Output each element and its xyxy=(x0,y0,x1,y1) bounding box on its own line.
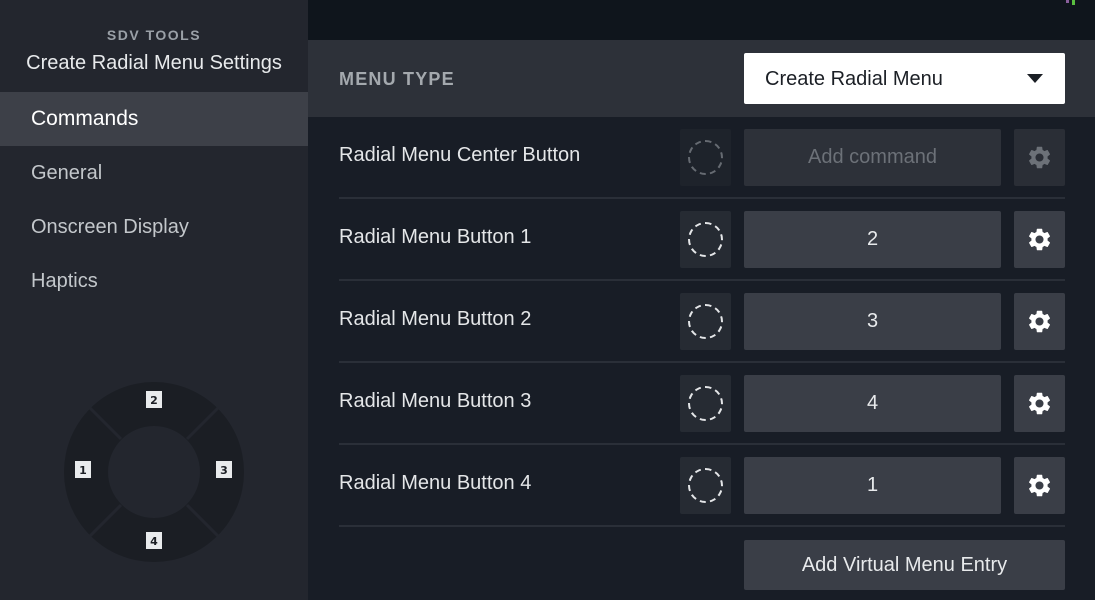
radial-diagram-label-left: 1 xyxy=(75,461,91,478)
radial-diagram-label-top: 2 xyxy=(146,391,162,408)
command-row-center: Radial Menu Center Button Add command xyxy=(339,117,1065,199)
dashed-circle-icon xyxy=(688,468,723,503)
row-label: Radial Menu Button 4 xyxy=(339,472,532,494)
sidebar-item-commands[interactable]: Commands xyxy=(0,92,308,146)
add-command-button[interactable]: Add command xyxy=(744,129,1001,186)
caret-down-icon xyxy=(1027,74,1043,83)
gear-icon xyxy=(1029,228,1051,251)
sidebar-item-haptics[interactable]: Haptics xyxy=(0,254,308,308)
gear-icon xyxy=(1029,392,1051,415)
button-slot[interactable] xyxy=(680,457,731,514)
gear-icon xyxy=(1029,146,1051,169)
settings-button[interactable] xyxy=(1014,211,1065,268)
dashed-circle-icon xyxy=(688,140,723,175)
top-bar xyxy=(308,0,1095,40)
command-row-button-1: Radial Menu Button 1 2 xyxy=(339,199,1065,281)
dashed-circle-icon xyxy=(688,386,723,421)
button-slot[interactable] xyxy=(680,375,731,432)
gear-icon xyxy=(1029,474,1051,497)
page-title: Create Radial Menu Settings xyxy=(26,52,282,74)
button-slot[interactable] xyxy=(680,293,731,350)
settings-button[interactable] xyxy=(1014,457,1065,514)
radial-diagram-label-right: 3 xyxy=(216,461,232,478)
sidebar: SDV TOOLS Create Radial Menu Settings Co… xyxy=(0,0,308,600)
button-slot[interactable] xyxy=(680,211,731,268)
svg-text:4: 4 xyxy=(150,535,158,548)
command-button[interactable]: 1 xyxy=(744,457,1001,514)
row-label: Radial Menu Button 1 xyxy=(339,226,532,248)
menu-type-label: MENU TYPE xyxy=(339,69,455,89)
row-label: Radial Menu Button 2 xyxy=(339,308,532,330)
command-row-button-3: Radial Menu Button 3 4 xyxy=(339,363,1065,445)
dashed-circle-icon xyxy=(688,304,723,339)
svg-text:3: 3 xyxy=(220,464,228,477)
sidebar-header: SDV TOOLS Create Radial Menu Settings xyxy=(0,0,308,92)
gear-icon xyxy=(1029,310,1051,333)
settings-button[interactable] xyxy=(1014,129,1065,186)
dashed-circle-icon xyxy=(688,222,723,257)
radial-menu-diagram: 2 1 3 4 xyxy=(64,382,244,562)
add-virtual-menu-entry-button[interactable]: Add Virtual Menu Entry xyxy=(744,540,1065,590)
command-row-button-4: Radial Menu Button 4 1 xyxy=(339,445,1065,527)
command-row-button-2: Radial Menu Button 2 3 xyxy=(339,281,1065,363)
command-button[interactable]: 3 xyxy=(744,293,1001,350)
sidebar-item-onscreen-display[interactable]: Onscreen Display xyxy=(0,200,308,254)
command-button[interactable]: 4 xyxy=(744,375,1001,432)
menu-type-selected: Create Radial Menu xyxy=(765,68,943,90)
app-label: SDV TOOLS xyxy=(106,27,202,43)
button-slot[interactable] xyxy=(680,129,731,186)
svg-text:2: 2 xyxy=(150,394,158,407)
sidebar-item-general[interactable]: General xyxy=(0,146,308,200)
settings-button[interactable] xyxy=(1014,293,1065,350)
main-panel: MENU TYPE Create Radial Menu Radial Menu… xyxy=(308,40,1095,600)
sidebar-nav: Commands General Onscreen Display Haptic… xyxy=(0,92,308,308)
bottom-strip xyxy=(308,590,1095,600)
settings-button[interactable] xyxy=(1014,375,1065,432)
menu-type-bar: MENU TYPE Create Radial Menu xyxy=(308,40,1095,117)
status-indicator-icon xyxy=(1065,0,1075,5)
svg-text:1: 1 xyxy=(79,464,87,477)
radial-diagram-label-bottom: 4 xyxy=(146,532,162,549)
menu-type-dropdown[interactable]: Create Radial Menu xyxy=(744,53,1065,104)
command-button[interactable]: 2 xyxy=(744,211,1001,268)
row-label: Radial Menu Center Button xyxy=(339,144,581,166)
row-label: Radial Menu Button 3 xyxy=(339,390,532,412)
